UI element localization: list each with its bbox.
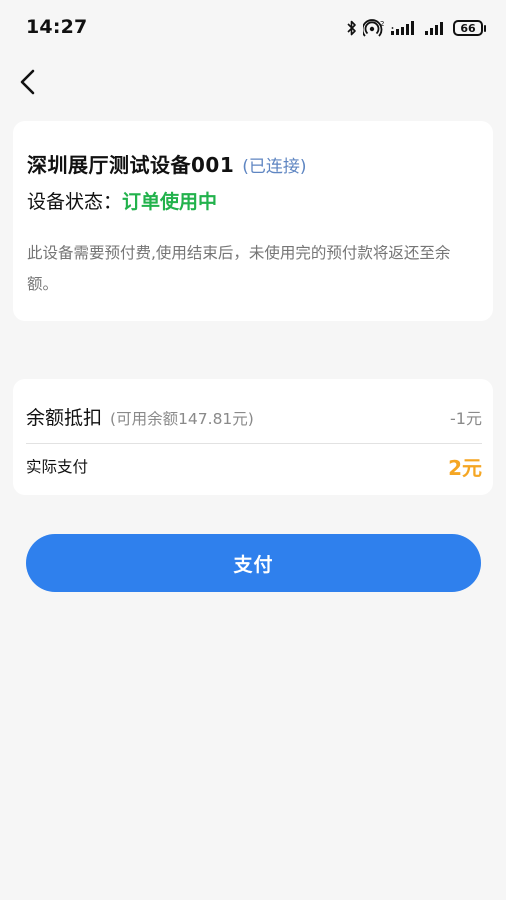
hotspot-icon: 2 xyxy=(363,19,385,37)
signal-icon xyxy=(391,20,419,36)
device-name: 深圳展厅测试设备001 xyxy=(27,153,235,177)
device-status-label: 设备状态： xyxy=(27,191,123,213)
divider xyxy=(26,443,482,444)
status-bar: 14:27 2 66 xyxy=(0,0,506,56)
balance-available: (可用余额147.81元) xyxy=(110,410,254,428)
svg-text:2: 2 xyxy=(380,20,384,28)
device-description: 此设备需要预付费,使用结束后，未使用完的预付款将返还至余额。 xyxy=(27,244,451,293)
device-name-row: 深圳展厅测试设备001 (已连接) xyxy=(27,149,307,178)
balance-label: 余额抵扣 xyxy=(26,407,103,429)
balance-deduct: -1元 xyxy=(450,408,482,428)
device-status-value: 订单使用中 xyxy=(122,191,218,213)
actual-payment-row: 实际支付 2元 xyxy=(26,451,482,481)
battery-level: 66 xyxy=(453,20,483,36)
pay-button[interactable]: 支付 xyxy=(26,534,481,592)
back-button[interactable] xyxy=(8,64,48,104)
chevron-left-icon xyxy=(18,69,38,99)
payment-card: 余额抵扣 (可用余额147.81元) -1元 实际支付 2元 xyxy=(13,379,493,495)
balance-row: 余额抵扣 (可用余额147.81元) -1元 xyxy=(26,403,482,430)
status-icons: 2 66 xyxy=(347,18,486,38)
actual-payment-label: 实际支付 xyxy=(26,458,89,476)
actual-payment-amount: 2元 xyxy=(448,455,482,480)
connection-status: (已连接) xyxy=(242,157,307,177)
device-card: 深圳展厅测试设备001 (已连接) 设备状态： 订单使用中 此设备需要预付费,使… xyxy=(13,121,493,321)
status-time: 14:27 xyxy=(26,16,88,38)
device-status-row: 设备状态： 订单使用中 xyxy=(27,187,217,214)
bluetooth-icon xyxy=(347,20,357,36)
signal-icon xyxy=(425,20,447,36)
battery-icon: 66 xyxy=(453,20,486,36)
